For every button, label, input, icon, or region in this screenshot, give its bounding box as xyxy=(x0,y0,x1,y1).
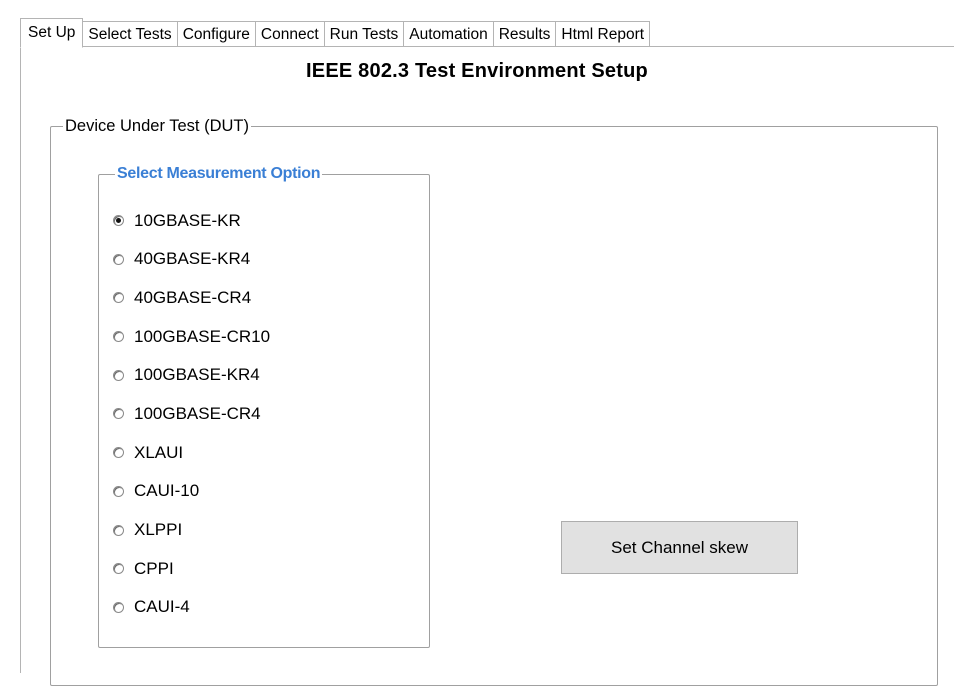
radio-unchecked-icon[interactable] xyxy=(113,408,124,420)
radio-option-100gbase-cr4[interactable]: 100GBASE-CR4 xyxy=(113,400,270,427)
radio-label: CAUI-10 xyxy=(134,481,200,501)
radio-unchecked-icon[interactable] xyxy=(113,331,124,343)
radio-label: 10GBASE-KR xyxy=(134,210,241,230)
tab-strip: Set Up Select Tests Configure Connect Ru… xyxy=(20,17,651,48)
radio-label: 100GBASE-CR10 xyxy=(134,326,271,346)
radio-option-100gbase-cr10[interactable]: 100GBASE-CR10 xyxy=(113,323,270,350)
radio-option-xlaui[interactable]: XLAUI xyxy=(113,439,270,466)
measurement-option-groupbox: Select Measurement Option 10GBASE-KR 40G… xyxy=(98,164,430,648)
measurement-option-legend: Select Measurement Option xyxy=(115,164,323,184)
radio-option-10gbase-kr[interactable]: 10GBASE-KR xyxy=(113,207,270,234)
radio-label: XLPPI xyxy=(134,520,183,539)
tab-configure[interactable]: Configure xyxy=(177,21,256,47)
tab-html-report[interactable]: Html Report xyxy=(556,21,651,47)
radio-option-xlppi[interactable]: XLPPI xyxy=(113,517,270,544)
radio-unchecked-icon[interactable] xyxy=(113,292,124,304)
radio-unchecked-icon[interactable] xyxy=(113,369,124,381)
radio-option-cppi[interactable]: CPPI xyxy=(113,555,270,582)
radio-unchecked-icon[interactable] xyxy=(113,563,124,575)
tab-run-tests[interactable]: Run Tests xyxy=(324,21,405,47)
measurement-option-list: 10GBASE-KR 40GBASE-KR4 40GBASE-CR4 100GB… xyxy=(113,207,270,633)
radio-unchecked-icon[interactable] xyxy=(113,253,124,265)
radio-label: 40GBASE-CR4 xyxy=(134,287,252,307)
tab-select-tests[interactable]: Select Tests xyxy=(83,21,178,47)
radio-unchecked-icon[interactable] xyxy=(113,447,124,459)
radio-label: XLAUI xyxy=(134,442,184,462)
radio-option-100gbase-kr4[interactable]: 100GBASE-KR4 xyxy=(113,362,270,389)
radio-option-40gbase-cr4[interactable]: 40GBASE-CR4 xyxy=(113,284,270,311)
tab-results[interactable]: Results xyxy=(493,21,557,47)
dut-group-legend: Device Under Test (DUT) xyxy=(63,116,251,136)
radio-label: 100GBASE-KR4 xyxy=(134,365,260,385)
radio-label: 40GBASE-KR4 xyxy=(134,249,251,269)
radio-checked-icon[interactable] xyxy=(113,215,124,226)
tab-set-up[interactable]: Set Up xyxy=(20,18,84,48)
radio-label: CPPI xyxy=(134,558,174,578)
tab-connect[interactable]: Connect xyxy=(255,21,325,47)
radio-option-40gbase-kr4[interactable]: 40GBASE-KR4 xyxy=(113,246,270,273)
dut-groupbox: Device Under Test (DUT) Select Measureme… xyxy=(50,116,938,686)
radio-label: CAUI-4 xyxy=(134,597,190,617)
radio-option-caui-10[interactable]: CAUI-10 xyxy=(113,478,270,505)
page-title: IEEE 802.3 Test Environment Setup xyxy=(306,60,648,82)
set-channel-skew-button[interactable]: Set Channel skew xyxy=(561,521,798,574)
radio-unchecked-icon[interactable] xyxy=(113,524,124,536)
tab-automation[interactable]: Automation xyxy=(404,21,494,47)
radio-label: 100GBASE-CR4 xyxy=(134,403,261,423)
radio-unchecked-icon[interactable] xyxy=(113,601,124,613)
radio-option-caui-4[interactable]: CAUI-4 xyxy=(113,594,270,621)
radio-unchecked-icon[interactable] xyxy=(113,485,124,497)
